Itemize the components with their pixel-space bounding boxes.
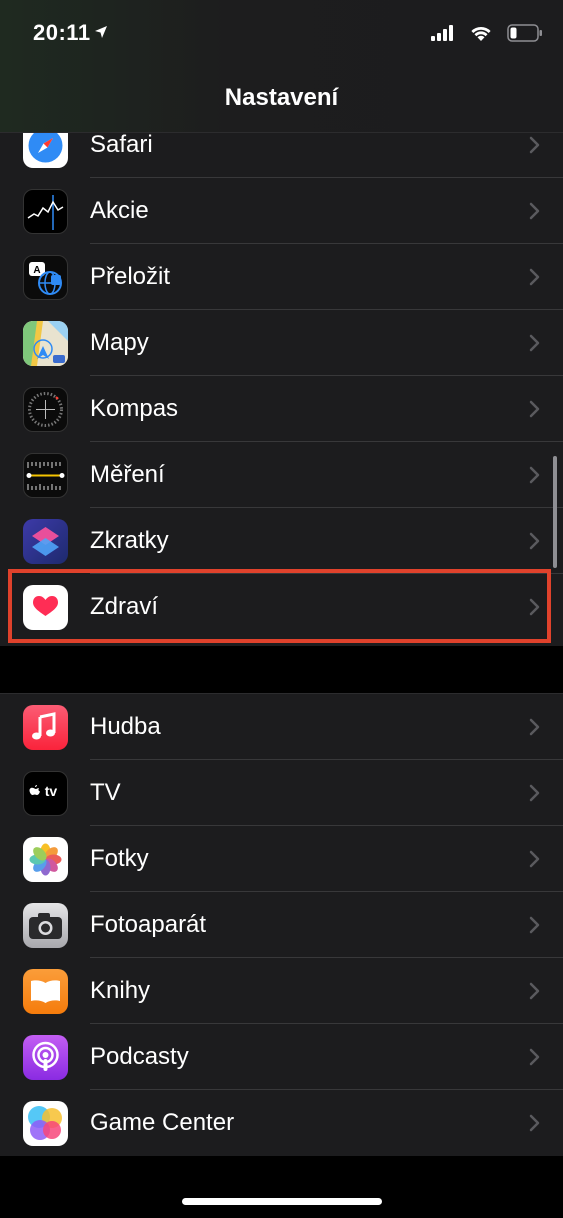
measure-ruler-icon (23, 453, 68, 498)
row-label: Přeložit (90, 263, 171, 290)
row-label: Akcie (90, 197, 149, 224)
cellular-signal-icon (431, 25, 453, 41)
row-label: Fotoaparát (90, 911, 207, 938)
row-label: Hudba (90, 713, 161, 740)
podcasts-icon (23, 1035, 68, 1080)
status-indicators (431, 24, 543, 42)
settings-row-mereni[interactable]: Měření (0, 442, 563, 508)
chevron-right-icon (529, 136, 540, 154)
svg-text:A: A (33, 265, 40, 276)
scroll-indicator[interactable] (553, 456, 557, 568)
settings-row-game-center[interactable]: Game Center (0, 1090, 563, 1156)
svg-text:tv: tv (45, 783, 58, 799)
chevron-right-icon (529, 1114, 540, 1132)
settings-row-hudba[interactable]: Hudba (0, 694, 563, 760)
row-label: Fotky (90, 845, 149, 872)
camera-icon (23, 903, 68, 948)
photos-flower-icon (23, 837, 68, 882)
row-label: Měření (90, 461, 165, 488)
page-title: Nastavení (224, 84, 339, 111)
chevron-right-icon (529, 718, 540, 736)
row-label: Podcasty (90, 1043, 189, 1070)
navigation-header: 20:11 Nastavení (0, 0, 563, 133)
settings-row-kompas[interactable]: Kompas (0, 376, 563, 442)
row-label: TV (90, 779, 121, 806)
chevron-right-icon (529, 532, 540, 550)
apple-tv-icon: tv (23, 771, 68, 816)
highlight-frame (8, 569, 551, 643)
settings-row-fotoaparat[interactable]: Fotoaparát (0, 892, 563, 958)
settings-row-akcie[interactable]: Akcie (0, 178, 563, 244)
row-label: Mapy (90, 329, 149, 356)
row-label: Kompas (90, 395, 179, 422)
stocks-chart-icon (23, 189, 68, 234)
battery-icon (507, 24, 542, 42)
shortcuts-icon (23, 519, 68, 564)
settings-group-apps-1: Safari Akcie A Přeložit Mapy Kompas Měře… (0, 112, 563, 646)
settings-row-fotky[interactable]: Fotky (0, 826, 563, 892)
settings-group-apps-2: Hudba tv TV Fotky Fotoaparát Knihy Podca… (0, 693, 563, 1156)
settings-row-tv[interactable]: tv TV (0, 760, 563, 826)
chevron-right-icon (529, 850, 540, 868)
chevron-right-icon (529, 400, 540, 418)
game-center-icon (23, 1101, 68, 1146)
settings-row-podcasty[interactable]: Podcasty (0, 1024, 563, 1090)
settings-row-zkratky[interactable]: Zkratky (0, 508, 563, 574)
chevron-right-icon (529, 784, 540, 802)
books-icon (23, 969, 68, 1014)
settings-row-mapy[interactable]: Mapy (0, 310, 563, 376)
music-note-icon (23, 705, 68, 750)
row-label: Game Center (90, 1109, 235, 1136)
chevron-right-icon (529, 1048, 540, 1066)
chevron-right-icon (529, 916, 540, 934)
location-arrow-icon (95, 26, 107, 38)
maps-icon (23, 321, 68, 366)
settings-row-knihy[interactable]: Knihy (0, 958, 563, 1024)
settings-row-prelozit[interactable]: A Přeložit (0, 244, 563, 310)
translate-icon: A (23, 255, 68, 300)
chevron-right-icon (529, 202, 540, 220)
chevron-right-icon (529, 982, 540, 1000)
compass-icon (23, 387, 68, 432)
chevron-right-icon (529, 334, 540, 352)
wifi-icon (471, 26, 491, 41)
chevron-right-icon (529, 466, 540, 484)
chevron-right-icon (529, 268, 540, 286)
status-time: 20:11 (33, 20, 91, 45)
row-label: Zkratky (90, 527, 169, 554)
row-label: Knihy (90, 977, 151, 1004)
home-indicator[interactable] (182, 1198, 382, 1205)
